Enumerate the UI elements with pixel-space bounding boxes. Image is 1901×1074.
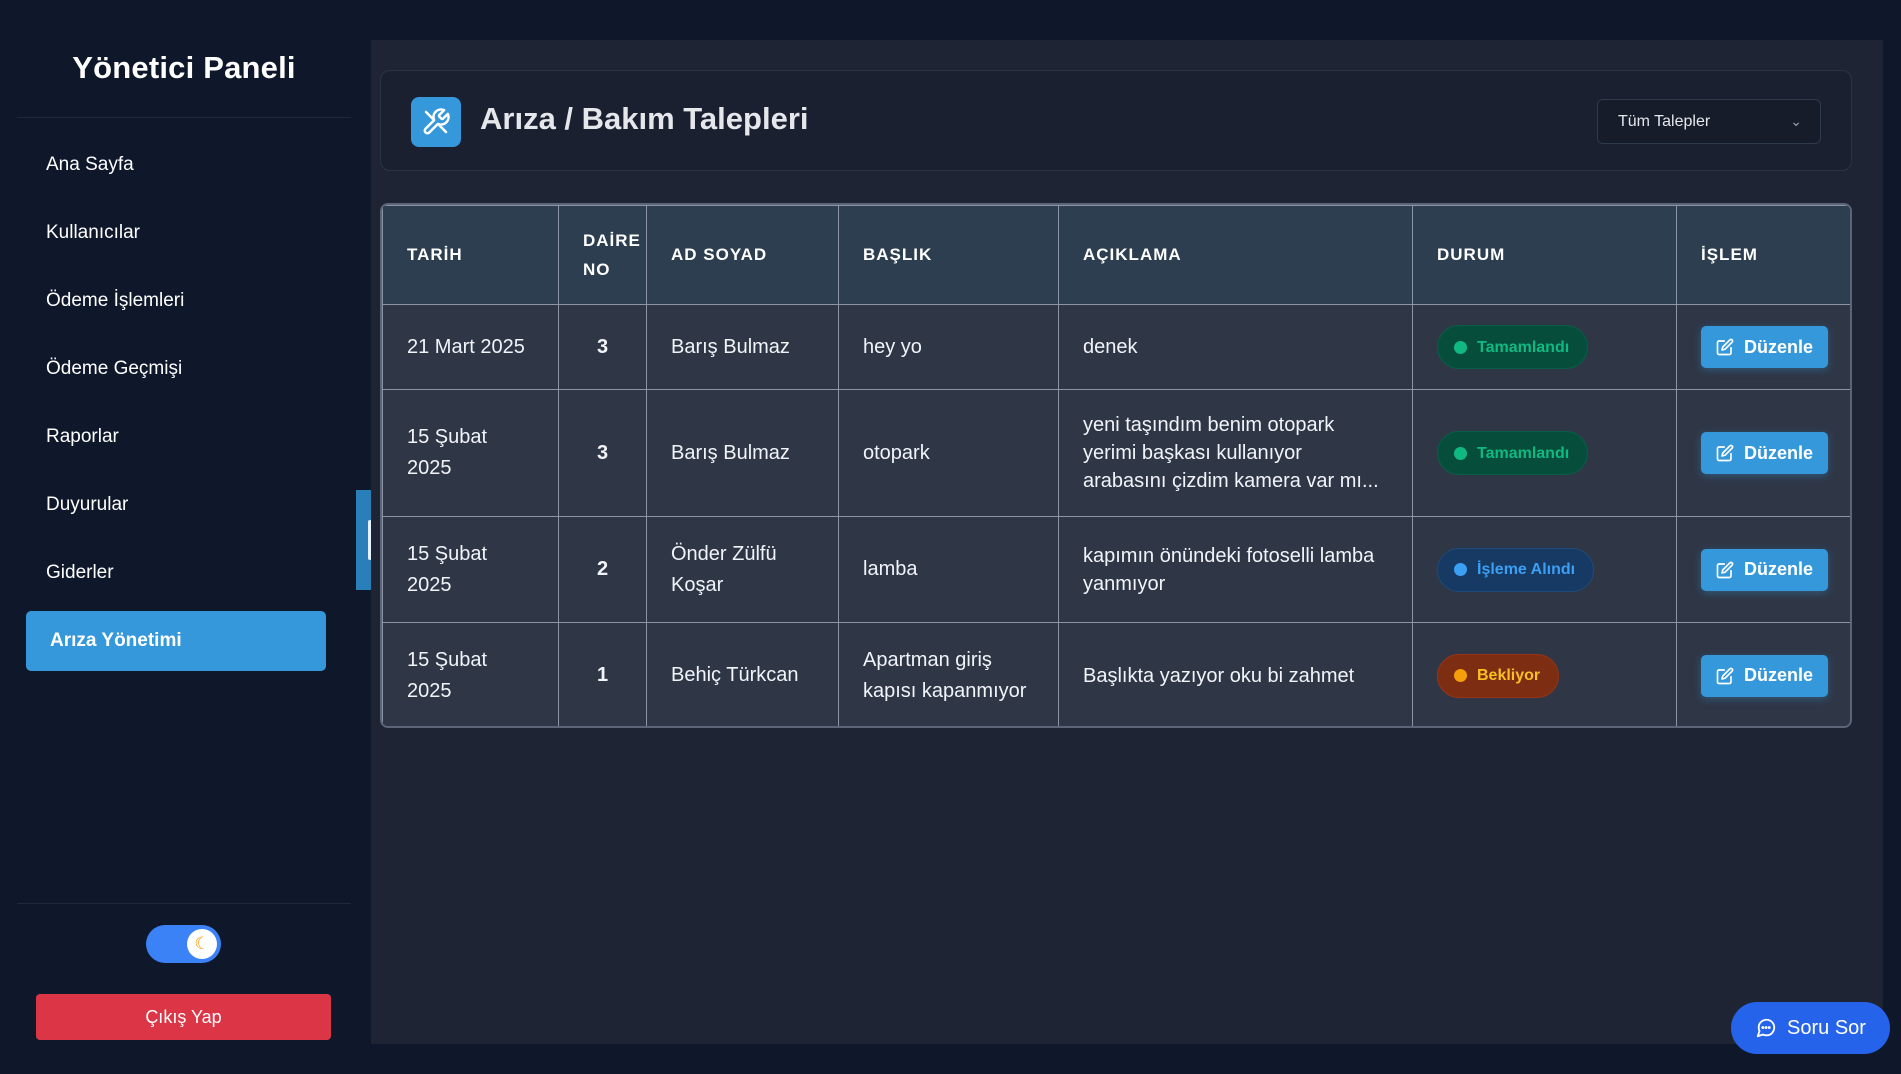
cell-unit: 1 <box>558 622 647 726</box>
sidebar-item-odeme-gecmisi[interactable]: Ödeme Geçmişi <box>26 339 326 399</box>
edit-button-label: Düzenle <box>1744 336 1814 357</box>
chat-icon <box>1756 1018 1776 1038</box>
cell-status: Bekliyor <box>1412 622 1677 726</box>
status-badge: Bekliyor <box>1437 653 1560 698</box>
edit-icon <box>1716 338 1734 356</box>
status-dot-icon <box>1454 340 1467 354</box>
ask-question-label: Soru Sor <box>1787 1016 1866 1039</box>
cell-unit: 3 <box>558 304 647 390</box>
table-row: 21 Mart 2025 3 Barış Bulmaz hey yo denek… <box>382 304 1850 390</box>
column-header: BAŞLIK <box>838 205 1059 305</box>
status-dot-icon <box>1454 669 1467 682</box>
column-header: AÇIKLAMA <box>1058 205 1413 305</box>
sidebar: Yönetici Paneli Ana Sayfa Kullanıcılar Ö… <box>0 0 370 1074</box>
sidebar-item-raporlar[interactable]: Raporlar <box>26 407 326 467</box>
column-header: DURUM <box>1412 205 1677 305</box>
cell-title: hey yo <box>838 304 1059 390</box>
status-label: Tamamlandı <box>1477 338 1570 356</box>
column-header: TARİH <box>382 205 559 305</box>
edit-icon <box>1716 444 1734 462</box>
cell-name: Barış Bulmaz <box>646 389 839 517</box>
sidebar-item-kullanicilar[interactable]: Kullanıcılar <box>26 203 326 263</box>
cell-status: İşleme Alındı <box>1412 516 1677 623</box>
sidebar-title: Yönetici Paneli <box>72 50 296 85</box>
moon-icon: ☾ <box>187 929 217 959</box>
edit-button[interactable]: Düzenle <box>1701 654 1829 697</box>
edit-button-label: Düzenle <box>1744 665 1814 685</box>
sidebar-item-ariza-yonetimi[interactable]: Arıza Yönetimi <box>26 611 326 671</box>
cell-description: yeni taşındım benim otopark yerimi başka… <box>1058 389 1413 517</box>
cell-name: Barış Bulmaz <box>646 304 839 390</box>
cell-date: 15 Şubat 2025 <box>382 389 559 517</box>
cell-action: Düzenle <box>1676 304 1850 390</box>
column-header: AD SOYAD <box>646 205 839 305</box>
status-dot-icon <box>1454 563 1467 576</box>
theme-toggle[interactable]: ☾ <box>146 925 221 963</box>
cell-unit: 3 <box>558 389 647 517</box>
cell-unit: 2 <box>558 516 647 623</box>
page-title: Arıza / Bakım Talepleri <box>480 101 809 136</box>
cell-title: Apartman giriş kapısı kapanmıyor <box>838 622 1059 726</box>
status-badge: Tamamlandı <box>1437 431 1589 475</box>
edit-button[interactable]: Düzenle <box>1701 432 1829 474</box>
cell-action: Düzenle <box>1676 516 1850 623</box>
table-row: 15 Şubat 2025 2 Önder Zülfü Koşar lamba … <box>382 516 1850 623</box>
edit-icon <box>1716 561 1734 578</box>
cell-title: otopark <box>838 389 1059 517</box>
cell-description: Başlıkta yazıyor oku bi zahmet <box>1058 622 1413 726</box>
cell-description: kapımın önündeki fotoselli lamba yanmıyo… <box>1058 516 1413 623</box>
status-label: Bekliyor <box>1477 667 1541 684</box>
table-row: 15 Şubat 2025 3 Barış Bulmaz otopark yen… <box>382 389 1850 517</box>
sidebar-item-odeme-islemleri[interactable]: Ödeme İşlemleri <box>26 271 326 331</box>
edit-button-label: Düzenle <box>1744 559 1814 579</box>
sidebar-item-giderler[interactable]: Giderler <box>26 543 326 603</box>
cell-status: Tamamlandı <box>1412 304 1677 390</box>
sidebar-divider <box>17 903 351 904</box>
table-header-row: TARİH DAİRE NO AD SOYAD BAŞLIK AÇIKLAMA … <box>382 205 1850 305</box>
cell-action: Düzenle <box>1676 389 1850 517</box>
page-header: Arıza / Bakım Talepleri Tüm Talepler ⌄ <box>380 70 1852 171</box>
cell-title: lamba <box>838 516 1059 623</box>
status-label: Tamamlandı <box>1477 444 1570 462</box>
table-row: 15 Şubat 2025 1 Behiç Türkcan Apartman g… <box>382 622 1850 726</box>
ask-question-button[interactable]: Soru Sor <box>1731 1002 1890 1054</box>
cell-action: Düzenle <box>1676 622 1850 726</box>
requests-table: TARİH DAİRE NO AD SOYAD BAŞLIK AÇIKLAMA … <box>380 203 1852 728</box>
sidebar-item-ana-sayfa[interactable]: Ana Sayfa <box>26 135 326 195</box>
main-content: Arıza / Bakım Talepleri Tüm Talepler ⌄ T… <box>371 40 1883 1044</box>
chevron-down-icon: ⌄ <box>1790 113 1802 129</box>
edit-icon <box>1716 667 1734 684</box>
cell-status: Tamamlandı <box>1412 389 1677 517</box>
cell-name: Önder Zülfü Koşar <box>646 516 839 623</box>
sidebar-nav: Ana Sayfa Kullanıcılar Ödeme İşlemleri Ö… <box>26 135 326 679</box>
cell-description: denek <box>1058 304 1413 390</box>
status-dot-icon <box>1454 446 1467 460</box>
cell-date: 15 Şubat 2025 <box>382 622 559 726</box>
sidebar-divider <box>17 117 351 118</box>
cell-date: 15 Şubat 2025 <box>382 516 559 623</box>
status-filter-value: Tüm Talepler <box>1618 112 1711 130</box>
cell-date: 21 Mart 2025 <box>382 304 559 390</box>
column-header: DAİRE NO <box>558 205 647 305</box>
edit-button[interactable]: Düzenle <box>1701 548 1829 591</box>
edit-button[interactable]: Düzenle <box>1701 326 1829 368</box>
status-badge: İşleme Alındı <box>1437 547 1595 592</box>
logout-button[interactable]: Çıkış Yap <box>36 994 331 1040</box>
sidebar-item-duyurular[interactable]: Duyurular <box>26 475 326 535</box>
column-header: İŞLEM <box>1676 205 1850 305</box>
status-label: İşleme Alındı <box>1477 561 1576 578</box>
edit-button-label: Düzenle <box>1744 442 1814 463</box>
status-filter-select[interactable]: Tüm Talepler ⌄ <box>1597 99 1821 144</box>
tools-icon <box>411 97 461 147</box>
cell-name: Behiç Türkcan <box>646 622 839 726</box>
status-badge: Tamamlandı <box>1437 325 1589 369</box>
